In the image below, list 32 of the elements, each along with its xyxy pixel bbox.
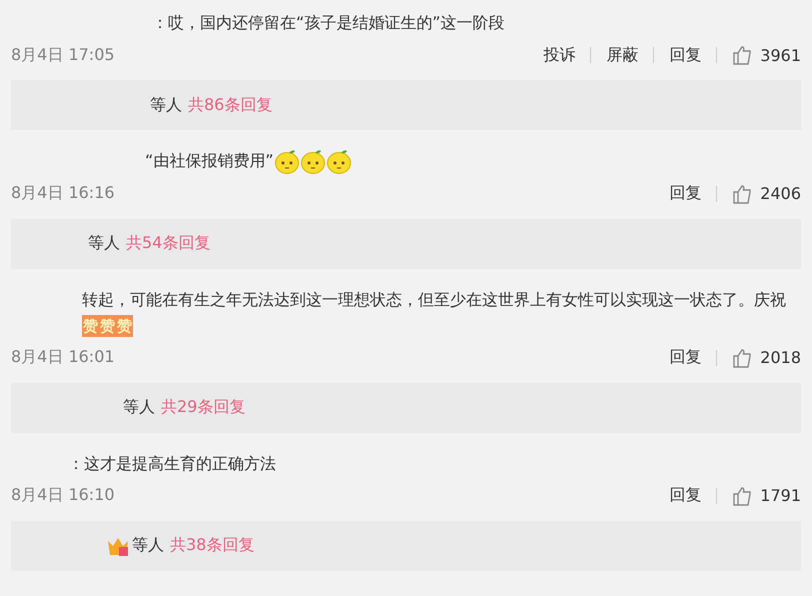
comment-action-link[interactable]: 回复	[669, 44, 702, 66]
comment-text: ：这才是提高生育的正确方法	[67, 452, 277, 475]
like-count: 2018	[760, 348, 801, 368]
reply-users-text: 等人	[88, 233, 120, 254]
reply-users-text: 等人	[132, 535, 164, 556]
lemon-face-icon	[274, 148, 300, 175]
comment-action-link[interactable]: 回复	[669, 347, 702, 368]
comment-text: ：哎，国内还停留在“孩子是结婚证生的”这一阶段	[151, 12, 506, 34]
comment-time: 8月4日 17:05	[11, 44, 115, 66]
comment-action-link[interactable]: 回复	[669, 183, 702, 204]
comment-time: 8月4日 16:01	[11, 347, 115, 368]
reply-users-text: 等人	[123, 397, 155, 418]
like-count: 2406	[760, 184, 801, 204]
thumbs-up-icon[interactable]	[732, 348, 752, 368]
zan-emoticon: 赞	[82, 315, 99, 338]
comment-action-link[interactable]: 屏蔽	[606, 44, 638, 66]
like-count: 3961	[760, 46, 801, 64]
thumbs-up-icon[interactable]	[732, 45, 752, 65]
comment-text: “由社保报销费用”	[11, 148, 801, 175]
zan-emoticon: 赞	[99, 315, 116, 338]
comment-action-link[interactable]: 回复	[669, 485, 702, 506]
reply-users-text: 等人	[150, 94, 182, 116]
comment-action-link[interactable]: 投诉	[543, 44, 576, 66]
comment-text: 转起，可能在有生之年无法达到这一理想状态，但至少在这世界上有女性可以实现这一状态了。庆祝 赞赞赞	[81, 288, 787, 339]
lemon-face-icon	[326, 148, 352, 175]
zan-emoticon: 赞	[116, 315, 133, 338]
like-count: 1791	[760, 486, 801, 506]
thumbs-up-icon[interactable]	[732, 486, 752, 506]
comment-time: 8月4日 16:16	[11, 183, 115, 204]
thumbs-up-icon[interactable]	[732, 184, 752, 204]
lemon-face-icon	[300, 148, 326, 175]
comment-time: 8月4日 16:10	[11, 485, 115, 506]
